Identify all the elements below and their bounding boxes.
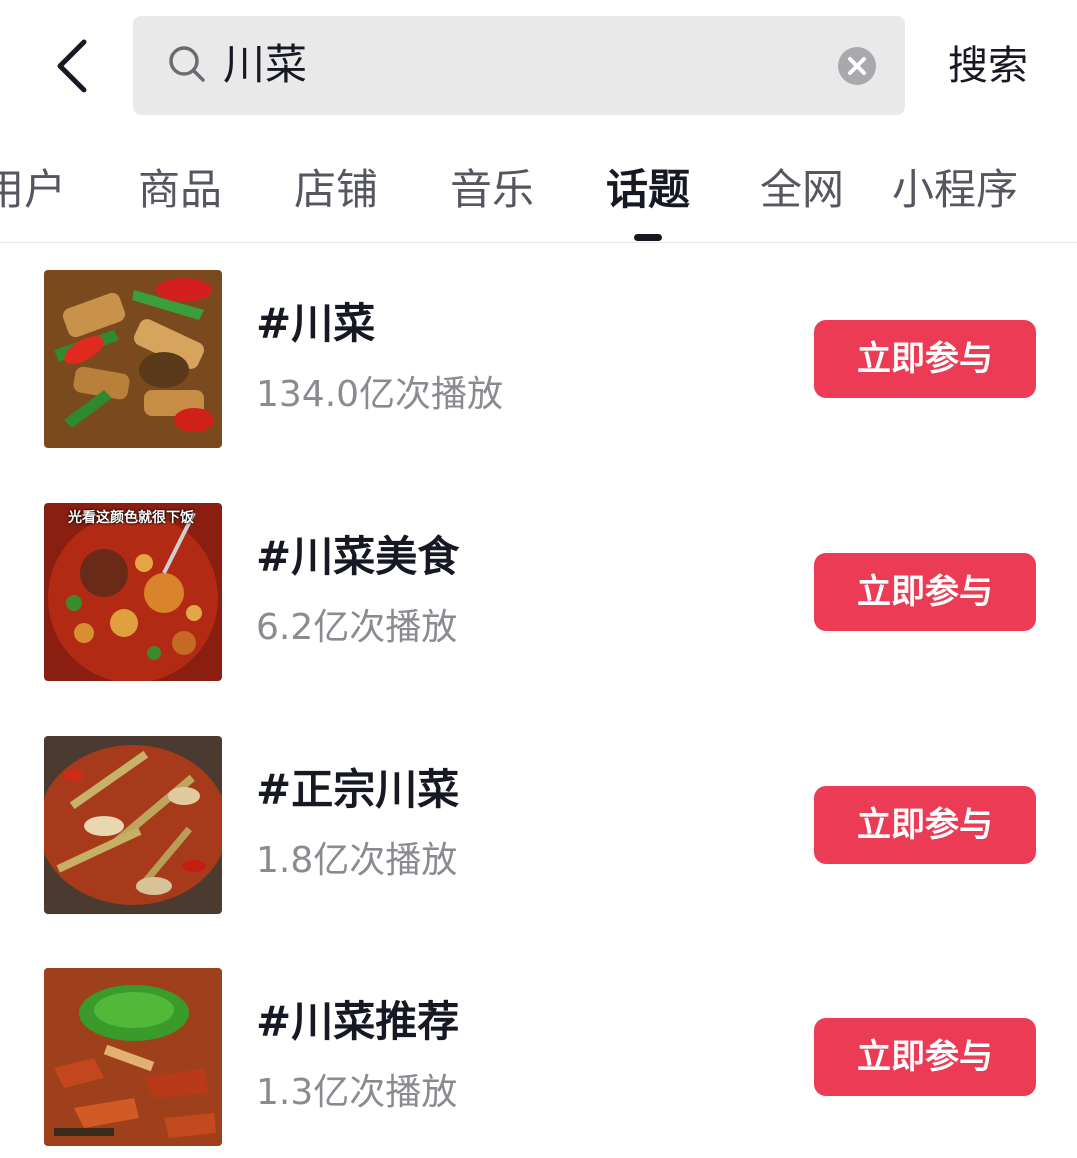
join-button[interactable]: 立即参与 xyxy=(814,553,1036,631)
search-icon xyxy=(169,46,205,82)
tab-topics[interactable]: 话题 xyxy=(606,162,690,218)
topic-play-count: 1.3亿次播放 xyxy=(256,1072,458,1113)
topic-row[interactable]: 光看这颜色就很下饭 #川菜美食 6.2亿次播放 立即参与 xyxy=(0,503,1077,683)
join-button[interactable]: 立即参与 xyxy=(814,320,1036,398)
back-button[interactable] xyxy=(48,34,104,98)
tab-music[interactable]: 音乐 xyxy=(450,162,534,218)
topic-title: #川菜推荐 xyxy=(256,997,460,1046)
search-query-text: 川菜 xyxy=(223,40,308,89)
topic-thumbnail xyxy=(44,736,222,914)
topic-thumbnail xyxy=(44,968,222,1146)
topic-row[interactable]: #川菜 134.0亿次播放 立即参与 xyxy=(0,270,1077,450)
tab-mini-programs[interactable]: 小程序 xyxy=(892,162,1018,218)
topic-title: #川菜美食 xyxy=(256,532,460,581)
topic-row[interactable]: #正宗川菜 1.8亿次播放 立即参与 xyxy=(0,736,1077,916)
search-button[interactable]: 搜索 xyxy=(948,36,1028,96)
topic-thumbnail: 光看这颜色就很下饭 xyxy=(44,503,222,681)
topic-play-count: 1.8亿次播放 xyxy=(256,840,458,881)
tab-products[interactable]: 商品 xyxy=(138,162,222,218)
topic-play-count: 134.0亿次播放 xyxy=(256,374,504,415)
search-input[interactable]: 川菜 xyxy=(133,16,905,115)
topic-thumbnail xyxy=(44,270,222,448)
tab-users[interactable]: 用户 xyxy=(0,162,66,218)
clear-icon[interactable] xyxy=(837,46,877,86)
topic-play-count: 6.2亿次播放 xyxy=(256,607,458,648)
join-button[interactable]: 立即参与 xyxy=(814,786,1036,864)
join-button[interactable]: 立即参与 xyxy=(814,1018,1036,1096)
tab-web[interactable]: 全网 xyxy=(760,162,844,218)
top-bar: 川菜 搜索 xyxy=(0,0,1077,130)
topic-title: #正宗川菜 xyxy=(256,765,460,814)
tab-stores[interactable]: 店铺 xyxy=(294,162,378,218)
back-icon xyxy=(57,39,87,93)
active-tab-indicator xyxy=(634,234,662,241)
topic-title: #川菜 xyxy=(256,299,376,348)
topic-row[interactable]: #川菜推荐 1.3亿次播放 立即参与 xyxy=(0,968,1077,1148)
category-tabs: 用户 商品 店铺 音乐 话题 全网 小程序 xyxy=(0,150,1077,243)
thumbnail-caption: 光看这颜色就很下饭 xyxy=(68,510,194,526)
